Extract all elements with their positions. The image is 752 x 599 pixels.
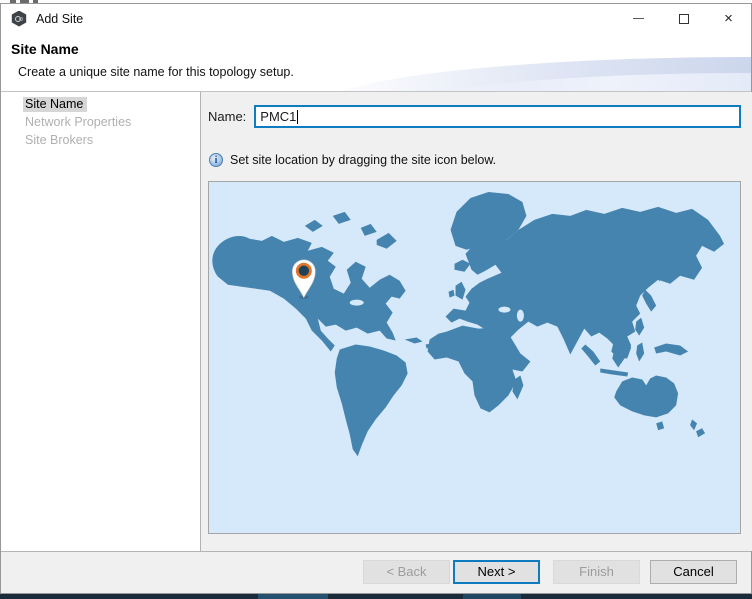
window-title: Add Site — [36, 12, 83, 26]
maximize-button[interactable] — [661, 4, 706, 33]
add-site-dialog: Add Site × Site Name Create a unique sit… — [0, 3, 752, 594]
wizard-page-content: Name: PMC1 i Set site location by draggi… — [201, 92, 752, 551]
taskbar-sliver — [0, 594, 752, 599]
sidebar-item-site-brokers: Site Brokers — [1, 131, 200, 149]
next-button[interactable]: Next > — [453, 560, 540, 584]
continents — [212, 192, 724, 456]
close-icon: × — [724, 11, 733, 26]
wizard-steps-sidebar: Site Name Network Properties Site Broker… — [1, 92, 201, 551]
screen: Add Site × Site Name Create a unique sit… — [0, 0, 752, 599]
maximize-icon — [679, 14, 689, 24]
minimize-icon — [633, 18, 644, 19]
name-label: Name: — [208, 109, 246, 124]
close-button[interactable]: × — [706, 4, 751, 33]
name-row: Name: PMC1 — [208, 105, 741, 128]
taskbar-segment — [258, 594, 328, 599]
site-name-input[interactable]: PMC1 — [254, 105, 741, 128]
page-title: Site Name — [11, 41, 79, 57]
finish-button: Finish — [553, 560, 640, 584]
info-text: Set site location by dragging the site i… — [230, 153, 496, 167]
site-hexagon-icon — [11, 11, 27, 27]
dialog-body: Site Name Network Properties Site Broker… — [1, 92, 751, 551]
world-map-svg — [209, 182, 740, 533]
cancel-button[interactable]: Cancel — [650, 560, 737, 584]
wizard-banner: Site Name Create a unique site name for … — [1, 33, 751, 92]
site-name-value: PMC1 — [260, 109, 296, 124]
info-row: i Set site location by dragging the site… — [208, 152, 741, 168]
sidebar-item-network-properties: Network Properties — [1, 113, 200, 131]
taskbar-segment — [463, 594, 521, 599]
page-description: Create a unique site name for this topol… — [18, 65, 294, 79]
text-caret — [297, 110, 298, 124]
title-bar[interactable]: Add Site × — [1, 4, 751, 33]
world-map[interactable] — [208, 181, 741, 534]
button-bar: < Back Next > Finish Cancel — [1, 551, 751, 593]
info-icon: i — [209, 153, 223, 167]
sidebar-item-site-name[interactable]: Site Name — [1, 95, 200, 113]
minimize-button[interactable] — [616, 4, 661, 33]
back-button: < Back — [363, 560, 450, 584]
